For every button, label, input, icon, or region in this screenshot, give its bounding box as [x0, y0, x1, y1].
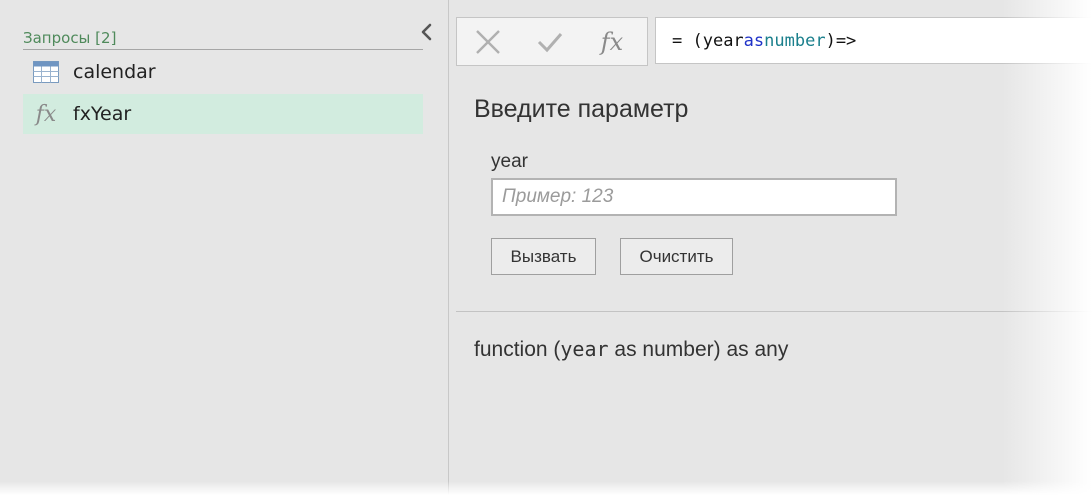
- query-item-label: calendar: [73, 61, 156, 83]
- function-icon-glyph: fx: [35, 101, 57, 127]
- insert-function-button[interactable]: fx: [581, 18, 643, 65]
- formula-bar-buttons: fx: [456, 17, 648, 66]
- power-query-editor: Запросы [2] calendar fx fxYear fx = (ye…: [0, 0, 1092, 495]
- formula-as-keyword: as: [743, 30, 765, 51]
- edge-fade-right: [1002, 0, 1092, 495]
- formula-param: year: [702, 30, 744, 51]
- query-item-fxyear[interactable]: fx fxYear: [23, 94, 423, 134]
- signature-param: year: [560, 337, 609, 361]
- clear-button[interactable]: Очистить: [620, 238, 733, 275]
- queries-header: Запросы [2]: [23, 27, 423, 50]
- commit-formula-button[interactable]: [519, 18, 581, 65]
- query-item-label: fxYear: [73, 103, 132, 125]
- formula-prefix: = (: [672, 30, 703, 51]
- query-item-calendar[interactable]: calendar: [23, 52, 423, 92]
- pane-divider: [448, 0, 449, 495]
- year-input[interactable]: [491, 178, 897, 216]
- cancel-formula-button[interactable]: [457, 18, 519, 65]
- formula-text[interactable]: = (year as number)=>: [655, 17, 1092, 64]
- section-divider: [456, 311, 1092, 312]
- parameter-label-year: year: [491, 151, 528, 172]
- chevron-left-icon: [421, 23, 432, 41]
- function-signature: function (year as number) as any: [474, 337, 788, 362]
- function-icon: fx: [23, 94, 69, 134]
- formula-type-keyword: number: [764, 30, 826, 51]
- collapse-pane-button[interactable]: [416, 22, 436, 42]
- formula-suffix: )=>: [825, 30, 857, 51]
- checkmark-icon: [537, 32, 563, 52]
- parameter-heading: Введите параметр: [474, 95, 689, 123]
- close-icon: [476, 29, 500, 54]
- signature-rest: as number) as any: [608, 338, 789, 361]
- table-icon: [23, 52, 69, 92]
- signature-prefix: function (: [474, 338, 561, 361]
- invoke-button[interactable]: Вызвать: [491, 238, 596, 275]
- function-icon: fx: [600, 27, 624, 56]
- queries-pane: Запросы [2] calendar fx fxYear: [0, 0, 448, 495]
